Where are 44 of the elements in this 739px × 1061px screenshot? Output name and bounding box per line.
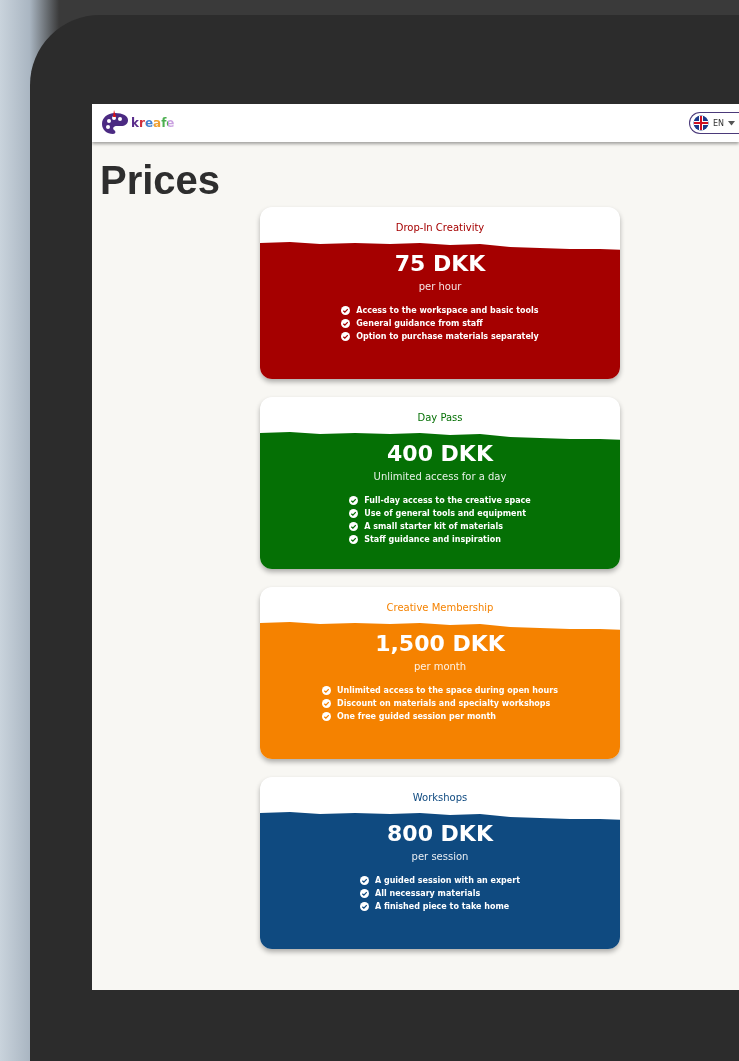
check-icon <box>322 699 332 708</box>
check-icon <box>349 535 359 544</box>
check-icon <box>349 496 359 505</box>
feature-text: A guided session with an expert <box>374 876 521 885</box>
flag-icon <box>692 115 709 131</box>
feature-text: A finished piece to take home <box>374 902 510 911</box>
feature-text: Discount on materials and specialty workshops <box>337 699 551 708</box>
feature-text: Staff guidance and inspiration <box>364 535 501 544</box>
logo-text[interactable]: kreafe <box>131 116 175 130</box>
caret-icon <box>728 120 735 126</box>
price-amount: 75 DKK <box>394 250 486 278</box>
feature-text: One free guided session per month <box>337 712 497 721</box>
page-title: Prices <box>100 157 222 204</box>
plan-name: Day Pass <box>416 411 464 425</box>
check-icon <box>349 509 359 518</box>
feature-text: General guidance from staff <box>356 319 483 328</box>
check-icon <box>359 902 369 911</box>
feature-text: All necessary materials <box>374 889 481 898</box>
feature-text: Full-day access to the creative space <box>364 496 531 505</box>
price-period: per month <box>413 661 467 672</box>
price-period: per session <box>411 851 469 862</box>
check-icon <box>341 332 351 341</box>
price-period: Unlimited access for a day <box>373 471 507 482</box>
check-icon <box>341 319 351 328</box>
price-amount: 800 DKK <box>387 820 493 848</box>
price-amount: 400 DKK <box>387 440 493 468</box>
check-icon <box>349 522 359 531</box>
plan-name: Drop-In Creativity <box>394 221 486 235</box>
feature-text: Access to the workspace and basic tools <box>356 306 539 315</box>
price-period: per hour <box>418 281 462 292</box>
check-icon <box>322 712 332 721</box>
plan-name: Workshops <box>411 791 469 805</box>
feature-text: A small starter kit of materials <box>364 522 503 531</box>
price-amount: 1,500 DKK <box>375 630 505 658</box>
check-icon <box>322 686 332 695</box>
language-selector[interactable]: EN <box>688 112 739 134</box>
check-icon <box>359 876 369 885</box>
palette-icon <box>100 110 130 136</box>
check-icon <box>359 889 369 898</box>
check-icon <box>341 306 351 315</box>
feature-text: Use of general tools and equipment <box>364 509 526 518</box>
feature-text: Unlimited access to the space during open hours <box>337 686 558 695</box>
feature-text: Option to purchase materials separately <box>356 332 539 341</box>
plan-name: Creative Membership <box>385 601 495 615</box>
